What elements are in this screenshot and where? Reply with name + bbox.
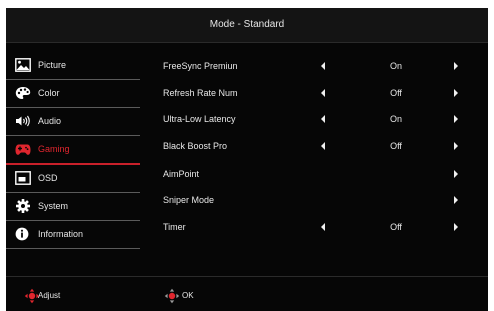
adjust-hint: Adjust bbox=[24, 288, 104, 304]
setting-value: On bbox=[389, 114, 402, 124]
sidebar-item-label: Information bbox=[38, 229, 84, 239]
sidebar-item-information[interactable]: Information bbox=[6, 221, 140, 249]
arrow-left-icon[interactable] bbox=[321, 115, 325, 123]
sidebar-item-label: Audio bbox=[38, 116, 62, 126]
sidebar-item-osd[interactable]: OSD bbox=[6, 165, 140, 193]
setting-row-freesync[interactable]: FreeSync Premiun On bbox=[156, 56, 476, 76]
gamepad-icon bbox=[15, 144, 31, 155]
setting-label: Sniper Mode bbox=[163, 195, 215, 205]
arrow-left-icon[interactable] bbox=[321, 223, 325, 231]
setting-value: Off bbox=[390, 88, 402, 98]
setting-value: Off bbox=[390, 141, 402, 151]
arrow-right-icon[interactable] bbox=[454, 89, 458, 97]
setting-row-refresh-rate-num[interactable]: Refresh Rate Num Off bbox=[156, 83, 476, 103]
footer-divider bbox=[6, 276, 488, 277]
sidebar-item-gaming[interactable]: Gaming bbox=[6, 136, 140, 165]
setting-label: AimPoint bbox=[163, 169, 200, 179]
setting-row-ultra-low-latency[interactable]: Ultra-Low Latency On bbox=[156, 109, 476, 129]
osd-icon bbox=[15, 171, 31, 185]
sidebar-item-label: System bbox=[38, 201, 69, 211]
arrow-right-icon[interactable] bbox=[454, 142, 458, 150]
arrow-right-icon[interactable] bbox=[454, 223, 458, 231]
setting-value: On bbox=[389, 61, 402, 71]
setting-value: Off bbox=[390, 222, 402, 232]
setting-row-black-boost-pro[interactable]: Black Boost Pro Off bbox=[156, 136, 476, 156]
info-icon bbox=[15, 227, 29, 241]
sidebar-item-color[interactable]: Color bbox=[6, 80, 140, 108]
picture-icon bbox=[15, 58, 31, 72]
arrow-right-icon[interactable] bbox=[454, 62, 458, 70]
arrow-left-icon[interactable] bbox=[321, 89, 325, 97]
mode-title: Mode - Standard bbox=[209, 19, 285, 30]
setting-row-timer[interactable]: Timer Off bbox=[156, 217, 476, 237]
sidebar-item-label: Gaming bbox=[38, 144, 70, 154]
palette-icon bbox=[15, 87, 31, 99]
joystick-ok-icon bbox=[164, 288, 180, 304]
sidebar-item-label: Picture bbox=[38, 60, 67, 70]
ok-label: OK bbox=[182, 291, 194, 300]
setting-label: Refresh Rate Num bbox=[163, 88, 238, 98]
sidebar-item-system[interactable]: System bbox=[6, 193, 140, 221]
setting-label: FreeSync Premiun bbox=[163, 61, 238, 71]
sidebar-item-picture[interactable]: Picture bbox=[6, 52, 140, 80]
arrow-left-icon[interactable] bbox=[321, 142, 325, 150]
speaker-icon bbox=[16, 115, 30, 127]
sidebar-item-label: OSD bbox=[38, 173, 58, 183]
setting-label: Ultra-Low Latency bbox=[163, 114, 236, 124]
title-bar: Mode - Standard bbox=[6, 8, 488, 43]
setting-label: Black Boost Pro bbox=[163, 141, 228, 151]
setting-row-aimpoint[interactable]: AimPoint bbox=[156, 164, 476, 184]
adjust-label: Adjust bbox=[38, 291, 61, 300]
setting-label: Timer bbox=[163, 222, 186, 232]
arrow-left-icon[interactable] bbox=[321, 62, 325, 70]
gear-icon bbox=[16, 199, 30, 213]
osd-menu: Mode - Standard Picture Color Audio Gami… bbox=[6, 8, 488, 311]
arrow-right-icon[interactable] bbox=[454, 115, 458, 123]
ok-hint: OK bbox=[164, 288, 224, 304]
arrow-right-icon[interactable] bbox=[454, 196, 458, 204]
setting-row-sniper-mode[interactable]: Sniper Mode bbox=[156, 190, 476, 210]
sidebar-item-audio[interactable]: Audio bbox=[6, 108, 140, 136]
sidebar-item-label: Color bbox=[38, 88, 60, 98]
arrow-right-icon[interactable] bbox=[454, 170, 458, 178]
